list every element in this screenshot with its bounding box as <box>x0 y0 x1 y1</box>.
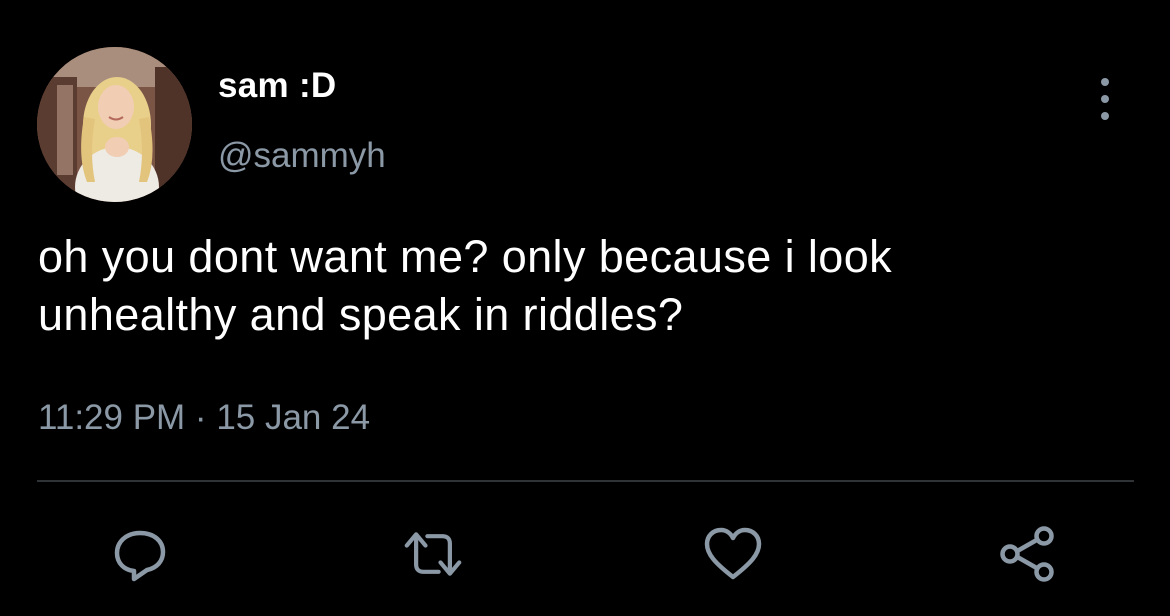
profile-photo-icon <box>37 47 192 202</box>
like-button[interactable] <box>703 525 763 583</box>
display-name[interactable]: sam :D <box>218 66 337 106</box>
reply-button[interactable] <box>110 525 170 583</box>
tweet-text: oh you dont want me? only because i look… <box>38 228 1138 344</box>
more-dot-icon <box>1101 95 1109 103</box>
share-button[interactable] <box>998 525 1058 583</box>
share-icon <box>1000 526 1054 582</box>
tweet-text-line: unhealthy and speak in riddles? <box>38 289 684 340</box>
tweet-card: sam :D @sammyh oh you dont want me? only… <box>0 0 1170 616</box>
tweet-text-line: oh you dont want me? only because i look <box>38 231 893 282</box>
more-options-button[interactable] <box>1090 78 1120 120</box>
reply-icon <box>114 530 166 582</box>
avatar[interactable] <box>37 47 192 202</box>
retweet-button[interactable] <box>403 525 463 583</box>
retweet-icon <box>404 532 462 576</box>
more-dot-icon <box>1101 78 1109 86</box>
heart-icon <box>704 527 762 580</box>
tweet-timestamp[interactable]: 11:29 PM · 15 Jan 24 <box>38 398 370 438</box>
user-handle[interactable]: @sammyh <box>218 136 386 176</box>
divider <box>37 480 1134 482</box>
more-dot-icon <box>1101 112 1109 120</box>
